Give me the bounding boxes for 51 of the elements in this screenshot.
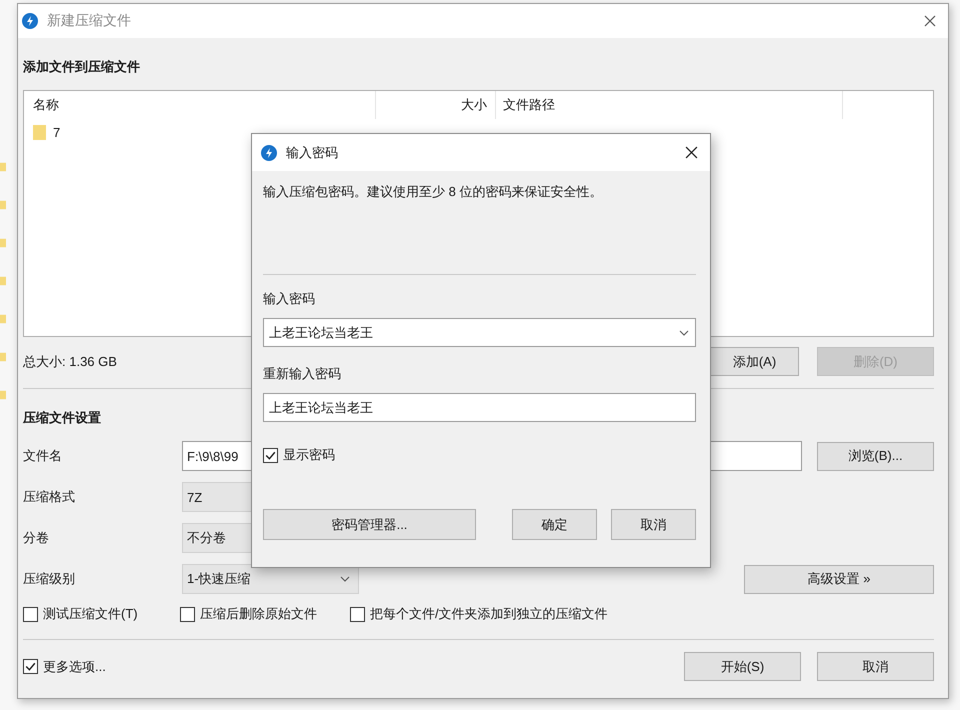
advanced-settings-button[interactable]: 高级设置 » <box>744 564 934 594</box>
browse-button[interactable]: 浏览(B)... <box>817 442 934 470</box>
folder-icon <box>0 236 6 250</box>
folder-icon <box>0 274 6 288</box>
checkbox-label: 压缩后删除原始文件 <box>200 605 317 623</box>
field-label: 文件名 <box>23 447 63 465</box>
checkbox-label: 测试压缩文件(T) <box>43 605 138 623</box>
app-icon <box>22 13 38 29</box>
checkbox-label: 更多选项... <box>43 658 106 676</box>
checkbox[interactable] <box>23 606 38 622</box>
dialog-button[interactable]: 确定 <box>512 509 597 540</box>
section-heading: 压缩文件设置 <box>23 409 102 427</box>
dialog-title: 输入密码 <box>286 144 338 162</box>
column-header[interactable]: 大小 <box>376 91 496 119</box>
close-icon[interactable] <box>685 146 698 159</box>
close-icon[interactable] <box>924 15 936 27</box>
dialog-button[interactable]: 取消 <box>611 509 696 540</box>
total-size: 总大小: 1.36 GB <box>23 352 117 370</box>
folder-icon <box>0 160 6 174</box>
checkbox[interactable] <box>23 659 38 674</box>
field-label: 重新输入密码 <box>263 365 342 383</box>
checkbox[interactable] <box>263 448 278 462</box>
checkbox-label: 显示密码 <box>283 446 335 464</box>
checkbox[interactable] <box>350 606 365 622</box>
chevron-icon[interactable] <box>340 576 350 582</box>
confirm-password-field[interactable]: 上老王论坛当老王 <box>263 393 696 422</box>
app-icon <box>261 144 277 160</box>
field-label: 输入密码 <box>263 290 316 308</box>
field-label: 压缩格式 <box>23 488 76 506</box>
section-heading: 添加文件到压缩文件 <box>23 58 141 76</box>
folder-icon <box>0 198 6 212</box>
footer-button[interactable]: 开始(S) <box>684 652 801 681</box>
dropdown[interactable]: 1-快速压缩 <box>182 564 359 594</box>
window-title: 新建压缩文件 <box>47 12 131 30</box>
footer-button[interactable]: 取消 <box>817 652 934 681</box>
field-label: 分卷 <box>23 529 50 547</box>
list-button[interactable]: 添加(A) <box>710 347 799 376</box>
dialog-message: 输入压缩包密码。建议使用至少 8 位的密码来保证安全性。 <box>263 183 604 201</box>
folder-icon <box>0 350 6 364</box>
file-name[interactable]: 7 <box>53 124 60 140</box>
folder-icon <box>0 388 6 402</box>
checkbox[interactable] <box>180 606 195 622</box>
folder-icon <box>33 124 47 140</box>
checkbox-label: 把每个文件/文件夹添加到独立的压缩文件 <box>370 605 608 623</box>
password-field[interactable]: 上老王论坛当老王 <box>263 318 696 347</box>
password-manager-button[interactable]: 密码管理器... <box>263 509 476 540</box>
field-label: 压缩级别 <box>23 570 76 588</box>
chevron-icon[interactable] <box>679 330 689 336</box>
column-header[interactable]: 文件路径 <box>496 91 843 119</box>
column-header[interactable]: 名称 <box>24 91 376 119</box>
folder-icon <box>0 312 6 326</box>
